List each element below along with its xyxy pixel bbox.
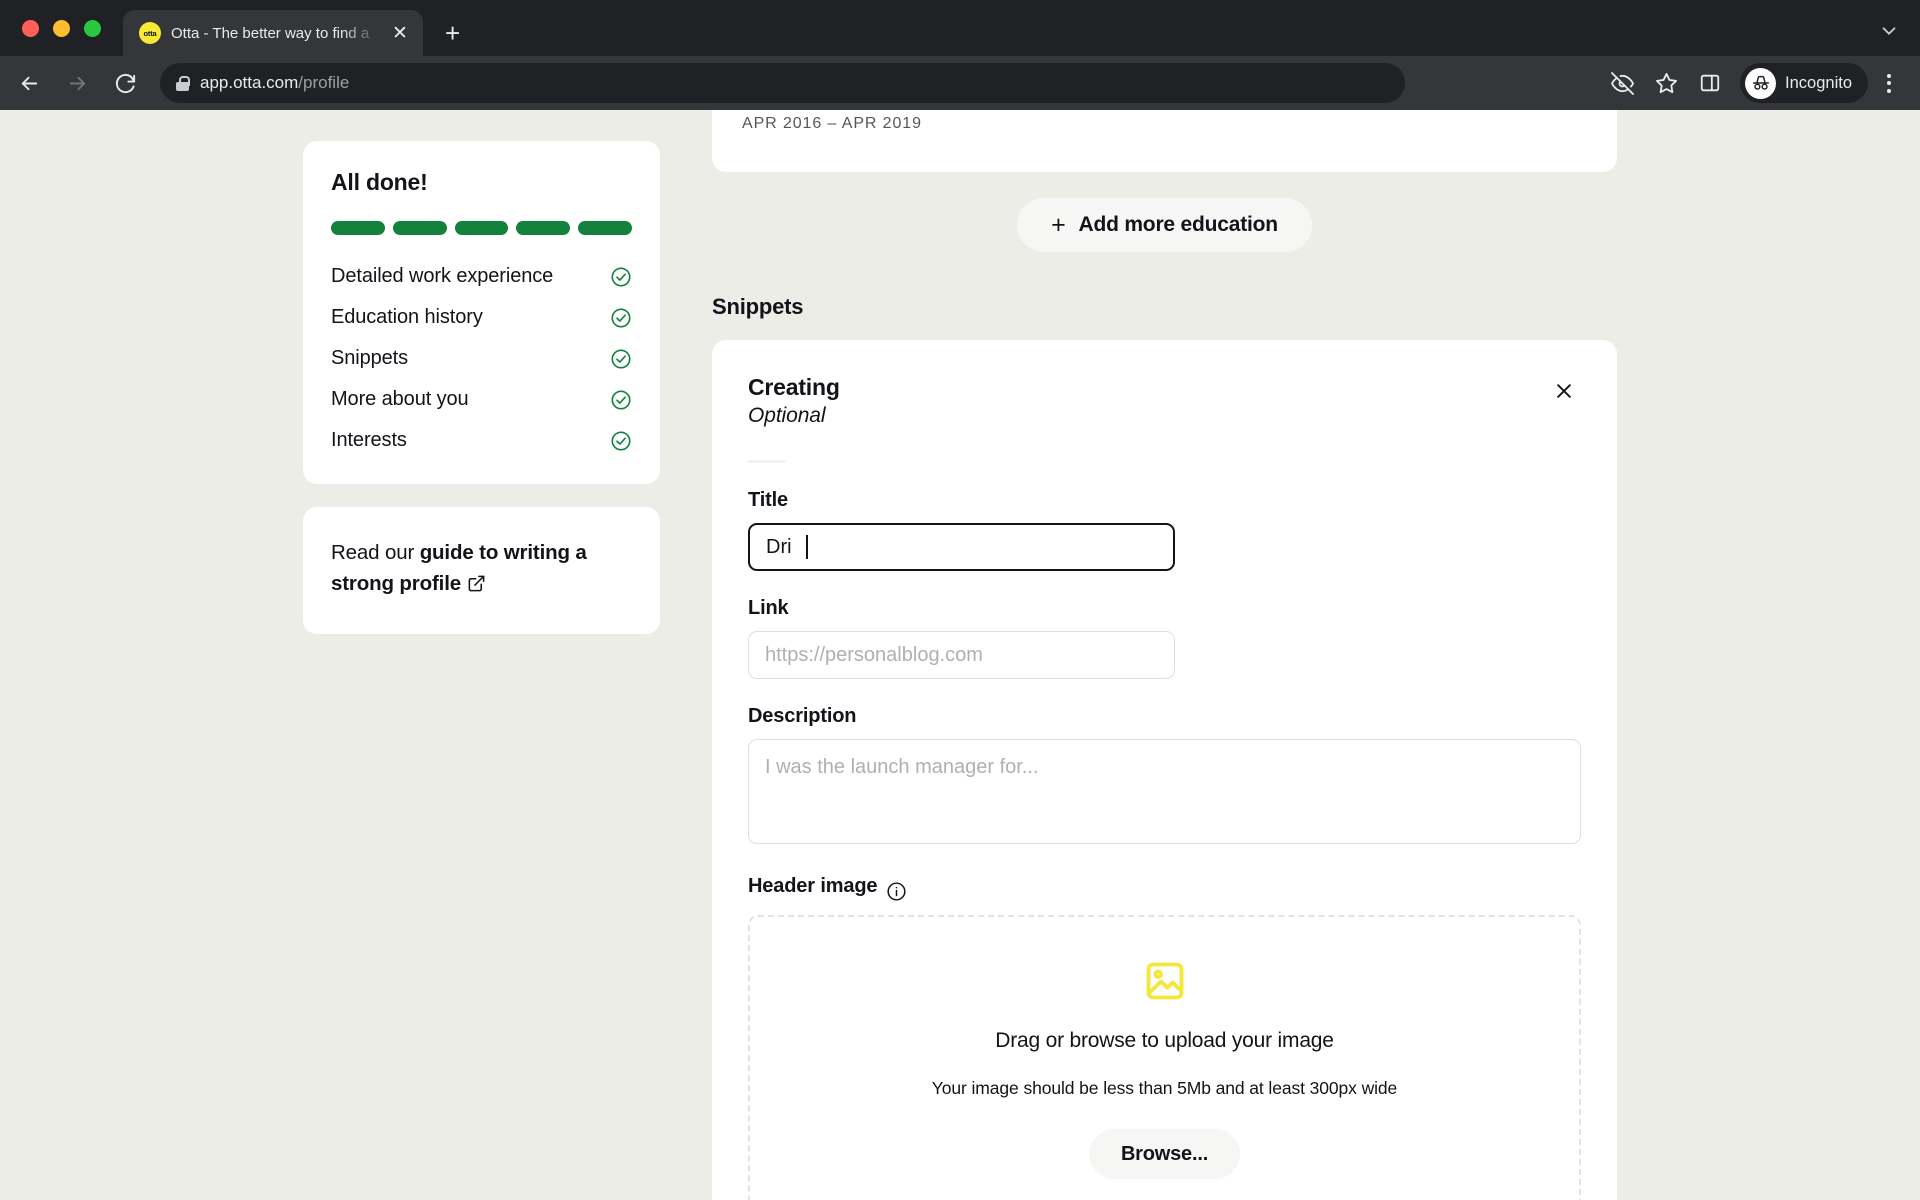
browser-toolbar: app.otta.com/profile Incognito bbox=[0, 56, 1920, 110]
tab-title: Otta - The better way to find a bbox=[171, 24, 370, 42]
list-item-label: Snippets bbox=[331, 347, 409, 369]
profile-guide-card[interactable]: Read our guide to writing a strong profi… bbox=[303, 507, 660, 635]
dropzone-main-text: Drag or browse to upload your image bbox=[995, 1029, 1334, 1052]
guide-text: Read our guide to writing a strong profi… bbox=[331, 537, 632, 602]
sidebar-item-interests[interactable]: Interests bbox=[331, 429, 632, 452]
star-icon[interactable] bbox=[1646, 63, 1686, 103]
new-tab-button[interactable]: + bbox=[445, 20, 460, 46]
close-window-button[interactable] bbox=[22, 19, 39, 37]
title-field-label: Title bbox=[748, 489, 789, 511]
form-subtitle: Optional bbox=[748, 404, 826, 427]
external-link-icon[interactable] bbox=[467, 571, 486, 602]
lock-icon bbox=[176, 75, 190, 91]
back-arrow-icon[interactable] bbox=[8, 62, 50, 104]
url-text: app.otta.com/profile bbox=[200, 73, 350, 92]
profile-incognito-button[interactable]: Incognito bbox=[1740, 63, 1868, 103]
description-field-label: Description bbox=[748, 705, 857, 727]
snippet-create-form: Creating Optional Title Link bbox=[712, 340, 1617, 1200]
progress-segment bbox=[454, 221, 509, 235]
header-image-field-group: Header image Drag or browse to upload yo… bbox=[748, 870, 1581, 1200]
sidebar-item-detailed-work-experience[interactable]: Detailed work experience bbox=[331, 265, 632, 288]
snippets-section-heading: Snippets bbox=[712, 294, 804, 319]
link-input[interactable] bbox=[748, 631, 1175, 679]
add-more-education-label: Add more education bbox=[1078, 213, 1278, 236]
form-title: Creating bbox=[748, 374, 840, 400]
kebab-menu-icon[interactable] bbox=[1872, 63, 1906, 103]
sidebar-item-more-about-you[interactable]: More about you bbox=[331, 388, 632, 411]
list-item-label: Detailed work experience bbox=[331, 265, 554, 287]
eye-off-icon[interactable] bbox=[1602, 63, 1642, 103]
sidebar-item-snippets[interactable]: Snippets bbox=[331, 347, 632, 370]
browser-tab[interactable]: otta Otta - The better way to find a ✕ bbox=[123, 10, 423, 56]
otta-profile-page: All done! Detailed work experience Educa… bbox=[0, 110, 1920, 1200]
browser-window: otta Otta - The better way to find a ✕ +… bbox=[0, 0, 1920, 1200]
profile-completion-card: All done! Detailed work experience Educa… bbox=[303, 141, 660, 484]
description-textarea[interactable] bbox=[748, 739, 1581, 844]
main-content: APR 2016 – APR 2019 + Add more education… bbox=[712, 110, 1617, 1200]
progress-segment bbox=[578, 221, 632, 235]
tab-strip: otta Otta - The better way to find a ✕ + bbox=[0, 0, 1920, 56]
add-more-education-button[interactable]: + Add more education bbox=[1017, 198, 1312, 252]
list-item-label: Education history bbox=[331, 306, 483, 328]
link-field-group: Link bbox=[748, 597, 1581, 679]
progress-bar bbox=[331, 221, 632, 235]
toolbar-icons: Incognito bbox=[1602, 63, 1906, 103]
side-panel-icon[interactable] bbox=[1690, 63, 1730, 103]
list-item-label: More about you bbox=[331, 388, 469, 410]
info-icon[interactable] bbox=[886, 881, 907, 902]
window-controls bbox=[18, 0, 113, 56]
check-circle-icon bbox=[610, 430, 632, 452]
close-tab-icon[interactable]: ✕ bbox=[389, 24, 411, 43]
plus-icon: + bbox=[1051, 210, 1066, 239]
chevron-down-icon[interactable] bbox=[1878, 20, 1900, 48]
progress-segment bbox=[331, 221, 385, 235]
completion-checklist: Detailed work experience Education histo… bbox=[331, 265, 632, 452]
reload-icon[interactable] bbox=[104, 62, 146, 104]
sidebar-item-education-history[interactable]: Education history bbox=[331, 306, 632, 329]
forward-arrow-icon[interactable] bbox=[56, 62, 98, 104]
text-cursor bbox=[806, 535, 808, 559]
page-title: All done! bbox=[331, 169, 428, 195]
list-item-label: Interests bbox=[331, 429, 407, 451]
check-circle-icon bbox=[610, 348, 632, 370]
left-sidebar: All done! Detailed work experience Educa… bbox=[303, 141, 660, 635]
maximize-window-button[interactable] bbox=[84, 19, 101, 37]
add-education-wrap: + Add more education bbox=[712, 198, 1617, 252]
address-bar[interactable]: app.otta.com/profile bbox=[160, 63, 1405, 103]
title-input[interactable] bbox=[748, 523, 1175, 571]
description-field-group: Description bbox=[748, 705, 1581, 844]
close-icon[interactable] bbox=[1547, 374, 1581, 408]
page-viewport: All done! Detailed work experience Educa… bbox=[0, 110, 1920, 1200]
education-entry-card[interactable]: APR 2016 – APR 2019 bbox=[712, 110, 1617, 172]
title-field-group: Title bbox=[748, 489, 1581, 571]
profile-label: Incognito bbox=[1785, 73, 1852, 92]
form-divider bbox=[748, 460, 786, 463]
progress-segment bbox=[392, 221, 447, 235]
image-placeholder-icon bbox=[1141, 959, 1189, 1003]
image-dropzone[interactable]: Drag or browse to upload your image Your… bbox=[748, 915, 1581, 1200]
check-circle-icon bbox=[610, 307, 632, 329]
minimize-window-button[interactable] bbox=[53, 19, 70, 37]
header-image-label: Header image bbox=[748, 874, 878, 897]
check-circle-icon bbox=[610, 266, 632, 288]
header-image-label-row: Header image bbox=[748, 870, 1581, 902]
check-circle-icon bbox=[610, 389, 632, 411]
guide-prefix: Read our bbox=[331, 541, 420, 564]
title-input-wrap bbox=[748, 523, 1175, 571]
dropzone-sub-text: Your image should be less than 5Mb and a… bbox=[931, 1078, 1398, 1098]
progress-segment bbox=[516, 221, 571, 235]
incognito-hat-icon bbox=[1745, 67, 1777, 99]
browse-button[interactable]: Browse... bbox=[1088, 1129, 1241, 1179]
education-dates: APR 2016 – APR 2019 bbox=[742, 115, 922, 132]
otta-favicon-icon: otta bbox=[139, 22, 161, 44]
link-field-label: Link bbox=[748, 597, 789, 619]
